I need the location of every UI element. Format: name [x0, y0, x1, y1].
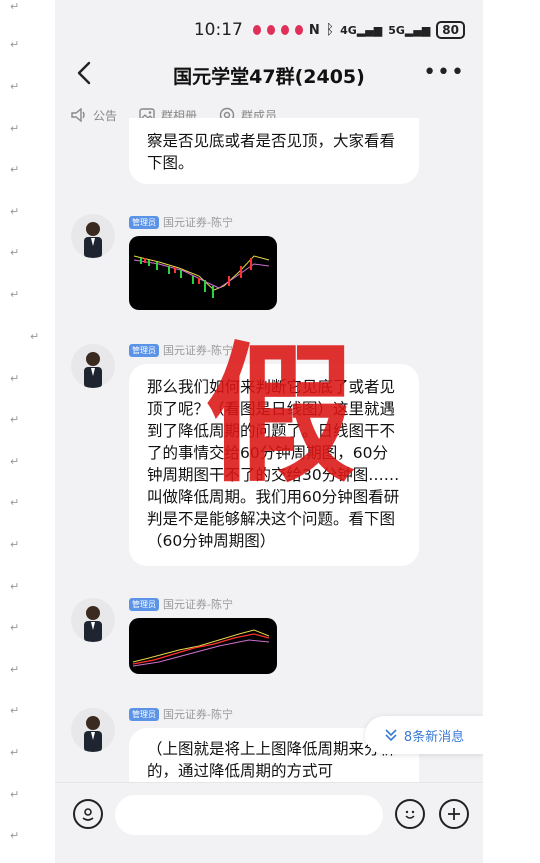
signal-5g-icon: 5G▂▄▆	[388, 23, 431, 37]
new-messages-label: 8条新消息	[403, 729, 465, 745]
notification-icon	[294, 25, 303, 35]
status-bar: 10:17 N ᛒ 4G▂▄▆ 5G▂▄▆ 80	[194, 18, 465, 42]
avatar[interactable]	[71, 214, 115, 258]
paragraph-mark: ↵	[10, 538, 20, 551]
back-arrow-icon[interactable]	[75, 60, 101, 90]
paragraph-mark: ↵	[10, 0, 20, 13]
nav-bar: 国元学堂47群(2405) •••	[55, 52, 483, 98]
chat-title: 国元学堂47群(2405)	[173, 66, 365, 88]
paragraph-mark: ↵	[30, 330, 40, 343]
paragraph-mark: ↵	[10, 788, 20, 801]
paragraph-mark: ↵	[10, 372, 20, 385]
paragraph-mark: ↵	[10, 413, 20, 426]
nfc-icon: N	[308, 22, 320, 38]
message-meta: 管理员 国元证券-陈宁	[129, 596, 233, 612]
bluetooth-icon: ᛒ	[325, 22, 335, 38]
paragraph-mark: ↵	[10, 829, 20, 842]
tab-announcement[interactable]: 公告	[71, 107, 117, 124]
new-messages-button[interactable]: 8条新消息	[365, 716, 483, 754]
tab-label: 公告	[93, 108, 118, 123]
admin-badge: 管理员	[129, 597, 159, 611]
sender-name: 国元证券-陈宁	[163, 216, 233, 229]
emoji-icon[interactable]	[395, 799, 425, 829]
notification-icon	[266, 25, 275, 35]
paragraph-mark: ↵	[10, 38, 20, 51]
chart-image[interactable]	[129, 236, 277, 310]
sender-name: 国元证券-陈宁	[163, 708, 233, 721]
paragraph-mark: ↵	[10, 580, 20, 593]
message-meta: 管理员 国元证券-陈宁	[129, 706, 233, 722]
chart-image[interactable]	[129, 618, 277, 674]
paragraph-mark: ↵	[10, 621, 20, 634]
message-input[interactable]	[115, 795, 383, 835]
sender-name: 国元证券-陈宁	[163, 598, 233, 611]
add-icon[interactable]	[439, 799, 469, 829]
paragraph-mark: ↵	[10, 704, 20, 717]
avatar[interactable]	[71, 598, 115, 642]
paragraph-mark: ↵	[10, 496, 20, 509]
paragraph-mark: ↵	[10, 246, 20, 259]
paragraph-mark: ↵	[10, 205, 20, 218]
notification-icon	[252, 25, 261, 35]
double-chevron-down-icon	[385, 729, 397, 742]
paragraph-mark: ↵	[10, 122, 20, 135]
phone-screen: 10:17 N ᛒ 4G▂▄▆ 5G▂▄▆ 80 国元学堂47群(2405) •…	[55, 0, 483, 863]
paragraph-mark: ↵	[10, 163, 20, 176]
notification-icon	[280, 25, 289, 35]
admin-badge: 管理员	[129, 707, 159, 721]
status-time: 10:17	[193, 20, 243, 40]
voice-icon[interactable]	[73, 799, 103, 829]
paragraph-mark: ↵	[10, 455, 20, 468]
avatar[interactable]	[71, 708, 115, 752]
more-icon[interactable]: •••	[423, 60, 465, 85]
battery-icon: 80	[436, 21, 465, 39]
paragraph-mark: ↵	[10, 663, 20, 676]
admin-badge: 管理员	[129, 343, 159, 357]
speaker-icon	[71, 108, 85, 122]
paragraph-mark: ↵	[10, 746, 20, 759]
signal-4g-icon: 4G▂▄▆	[340, 23, 383, 37]
paragraph-mark: ↵	[10, 80, 20, 93]
input-bar	[55, 782, 483, 863]
message-bubble: 察是否见底或者是否见顶，大家看看下图。	[129, 118, 419, 184]
watermark-stamp: 假	[205, 327, 356, 503]
admin-badge: 管理员	[129, 215, 159, 229]
message-meta: 管理员 国元证券-陈宁	[129, 214, 233, 230]
paragraph-mark: ↵	[10, 288, 20, 301]
avatar[interactable]	[71, 344, 115, 388]
